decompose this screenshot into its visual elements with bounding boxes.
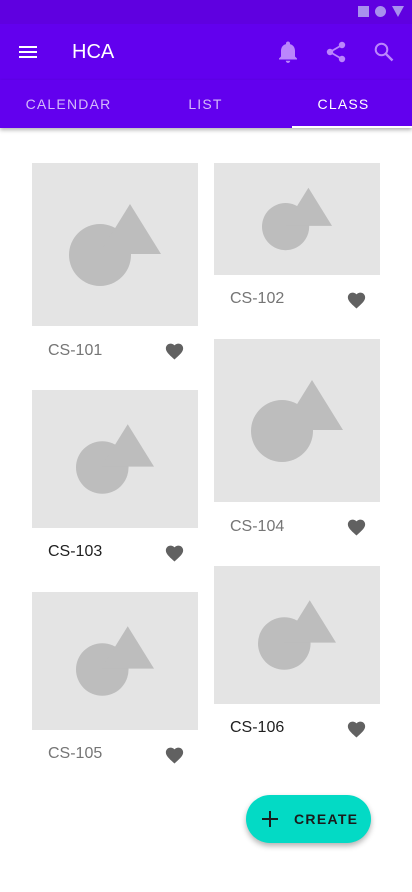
- tab-bar: CALENDAR LIST CLASS: [0, 80, 412, 128]
- status-triangle-icon: [392, 6, 404, 17]
- top-app-bar: HCA: [0, 24, 412, 80]
- image-placeholder-icon: [32, 390, 198, 528]
- image-placeholder-icon: [214, 566, 380, 704]
- class-code: CS-105: [48, 745, 103, 762]
- active-tab-indicator: [292, 126, 412, 128]
- heart-icon[interactable]: [344, 514, 368, 538]
- app-title: HCA: [72, 41, 115, 63]
- class-code: CS-102: [230, 290, 285, 307]
- create-button-label: CREATE: [294, 811, 359, 827]
- tab-calendar[interactable]: CALENDAR: [0, 80, 137, 128]
- image-placeholder-icon: [32, 592, 198, 730]
- status-circle-icon: [375, 6, 386, 17]
- heart-icon[interactable]: [162, 338, 186, 362]
- image-placeholder-icon: [214, 163, 380, 275]
- tab-list[interactable]: LIST: [137, 80, 274, 128]
- heart-icon[interactable]: [344, 716, 368, 740]
- share-icon[interactable]: [324, 40, 348, 64]
- image-placeholder-icon: [214, 339, 380, 502]
- menu-icon[interactable]: [16, 40, 40, 64]
- class-code: CS-104: [230, 518, 285, 535]
- class-code: CS-103: [48, 543, 103, 560]
- heart-icon[interactable]: [162, 742, 186, 766]
- class-code: CS-106: [230, 719, 285, 736]
- image-placeholder-icon: [32, 163, 198, 326]
- create-button[interactable]: CREATE: [246, 795, 371, 843]
- status-bar: [0, 0, 412, 24]
- search-icon[interactable]: [372, 40, 396, 64]
- heart-icon[interactable]: [344, 287, 368, 311]
- plus-icon: [260, 809, 280, 829]
- tab-class[interactable]: CLASS: [275, 80, 412, 128]
- status-square-icon: [358, 6, 369, 17]
- class-code: CS-101: [48, 342, 103, 359]
- notifications-icon[interactable]: [276, 40, 300, 64]
- heart-icon[interactable]: [162, 540, 186, 564]
